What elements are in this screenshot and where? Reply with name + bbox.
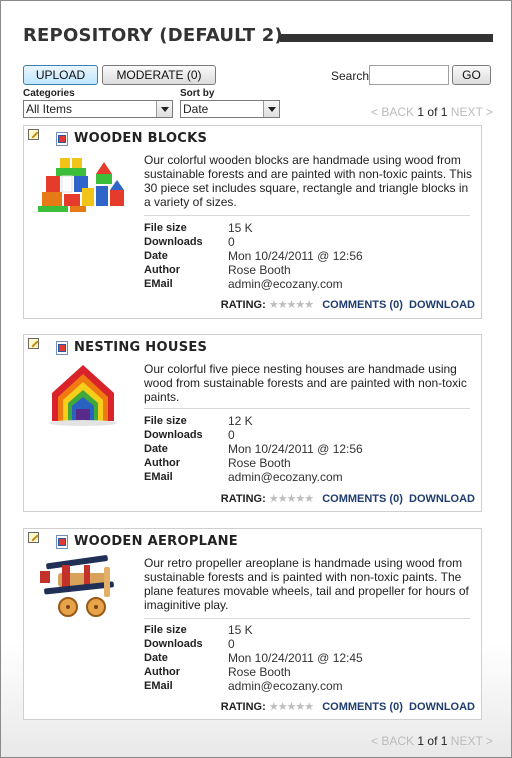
item-description: Our retro propeller areoplane is handmad… [144, 556, 469, 612]
meta-label: Date [144, 652, 168, 664]
page-title: REPOSITORY (DEFAULT 2) [23, 25, 283, 46]
meta-label: Date [144, 443, 168, 455]
pager-of: of [427, 105, 438, 119]
pager-back-link[interactable]: < BACK [371, 105, 414, 119]
meta-value: 15 K [228, 623, 253, 637]
meta-label: Author [144, 457, 181, 469]
list-item: WOODEN AEROPLANE Our retro propeller are… [23, 528, 482, 720]
edit-icon[interactable] [28, 129, 39, 140]
pager-top: < BACK 1 of 1 NEXT > [371, 105, 493, 119]
meta-value: 15 K [228, 221, 253, 235]
meta-value: admin@ecozany.com [228, 679, 343, 693]
item-description: Our colorful five piece nesting houses a… [144, 362, 467, 404]
meta-label: Downloads [144, 429, 203, 441]
sort-selected-value: Date [183, 102, 209, 116]
divider [144, 618, 470, 619]
divider [144, 408, 470, 409]
comments-link[interactable]: COMMENTS (0) [322, 701, 403, 713]
meta-value: 12 K [228, 414, 253, 428]
download-link[interactable]: DOWNLOAD [409, 299, 475, 311]
nesting-houses-image [49, 365, 117, 426]
meta-value: Rose Booth [228, 665, 291, 679]
meta-label: File size [144, 222, 187, 234]
pager-next-link[interactable]: NEXT > [451, 105, 493, 119]
download-link[interactable]: DOWNLOAD [409, 701, 475, 713]
meta-label: EMail [144, 471, 173, 483]
sort-select[interactable]: Date [180, 100, 280, 118]
rating-stars-icon[interactable]: ★★★★★ [269, 701, 314, 713]
rating-label: RATING: [220, 299, 266, 311]
file-icon [56, 535, 68, 549]
wooden-blocks-image [38, 158, 124, 212]
meta-value: 0 [228, 637, 235, 651]
sort-label: Sort by [180, 88, 215, 99]
page-header: REPOSITORY (DEFAULT 2) [23, 25, 493, 51]
meta-label: EMail [144, 278, 173, 290]
file-icon [56, 132, 68, 146]
pager-current: 1 [417, 734, 425, 748]
search-input[interactable] [369, 65, 449, 85]
meta-label: EMail [144, 680, 173, 692]
item-title[interactable]: WOODEN BLOCKS [74, 131, 207, 146]
file-icon [56, 341, 68, 355]
pager-back-link[interactable]: < BACK [371, 734, 414, 748]
meta-label: Author [144, 264, 181, 276]
meta-value: admin@ecozany.com [228, 277, 343, 291]
pager-total: 1 [440, 734, 448, 748]
pager-bottom: < BACK 1 of 1 NEXT > [371, 734, 493, 748]
meta-value: Mon 10/24/2011 @ 12:56 [228, 249, 363, 263]
wooden-aeroplane-image [40, 555, 114, 617]
go-button[interactable]: GO [452, 65, 491, 85]
comments-link[interactable]: COMMENTS (0) [322, 493, 403, 505]
search-label: Search [331, 69, 370, 83]
meta-value: Mon 10/24/2011 @ 12:45 [228, 651, 363, 665]
rating-stars-icon[interactable]: ★★★★★ [269, 299, 314, 311]
meta-value: 0 [228, 235, 235, 249]
chevron-down-icon[interactable] [263, 101, 279, 117]
upload-button[interactable]: UPLOAD [23, 65, 98, 85]
meta-label: Downloads [144, 236, 203, 248]
rating-stars-icon[interactable]: ★★★★★ [269, 493, 314, 505]
repository-panel: REPOSITORY (DEFAULT 2) UPLOAD MODERATE (… [0, 0, 512, 758]
meta-label: Date [144, 250, 168, 262]
meta-label: Downloads [144, 638, 203, 650]
item-actions: RATING: ★★★★★ COMMENTS (0) DOWNLOAD [221, 700, 475, 713]
pager-total: 1 [440, 105, 448, 119]
item-title[interactable]: NESTING HOUSES [74, 340, 207, 355]
categories-select[interactable]: All Items [23, 100, 173, 118]
pager-of: of [427, 734, 438, 748]
meta-value: Rose Booth [228, 456, 291, 470]
pager-current: 1 [417, 105, 425, 119]
categories-label: Categories [23, 88, 75, 99]
moderate-button[interactable]: MODERATE (0) [102, 65, 216, 85]
edit-icon[interactable] [28, 338, 39, 349]
pager-next-link[interactable]: NEXT > [451, 734, 493, 748]
edit-icon[interactable] [28, 532, 39, 543]
categories-selected-value: All Items [26, 102, 73, 116]
download-link[interactable]: DOWNLOAD [409, 493, 475, 505]
meta-label: Author [144, 666, 181, 678]
rating-label: RATING: [220, 493, 266, 505]
chevron-down-icon[interactable] [156, 101, 172, 117]
divider [144, 215, 470, 216]
rating-label: RATING: [220, 701, 266, 713]
comments-link[interactable]: COMMENTS (0) [322, 299, 403, 311]
item-description: Our colorful wooden blocks are handmade … [144, 153, 472, 209]
item-actions: RATING: ★★★★★ COMMENTS (0) DOWNLOAD [221, 492, 475, 505]
meta-value: 0 [228, 428, 235, 442]
item-title[interactable]: WOODEN AEROPLANE [74, 534, 238, 549]
item-actions: RATING: ★★★★★ COMMENTS (0) DOWNLOAD [221, 298, 475, 311]
title-divider-bar [280, 34, 493, 42]
meta-value: Mon 10/24/2011 @ 12:56 [228, 442, 363, 456]
meta-value: Rose Booth [228, 263, 291, 277]
meta-label: File size [144, 415, 187, 427]
list-item: WOODEN BLOCKS Our colorful wooden blocks… [23, 125, 482, 319]
list-item: NESTING HOUSES Our colorful five piece n… [23, 334, 482, 512]
meta-label: File size [144, 624, 187, 636]
meta-value: admin@ecozany.com [228, 470, 343, 484]
